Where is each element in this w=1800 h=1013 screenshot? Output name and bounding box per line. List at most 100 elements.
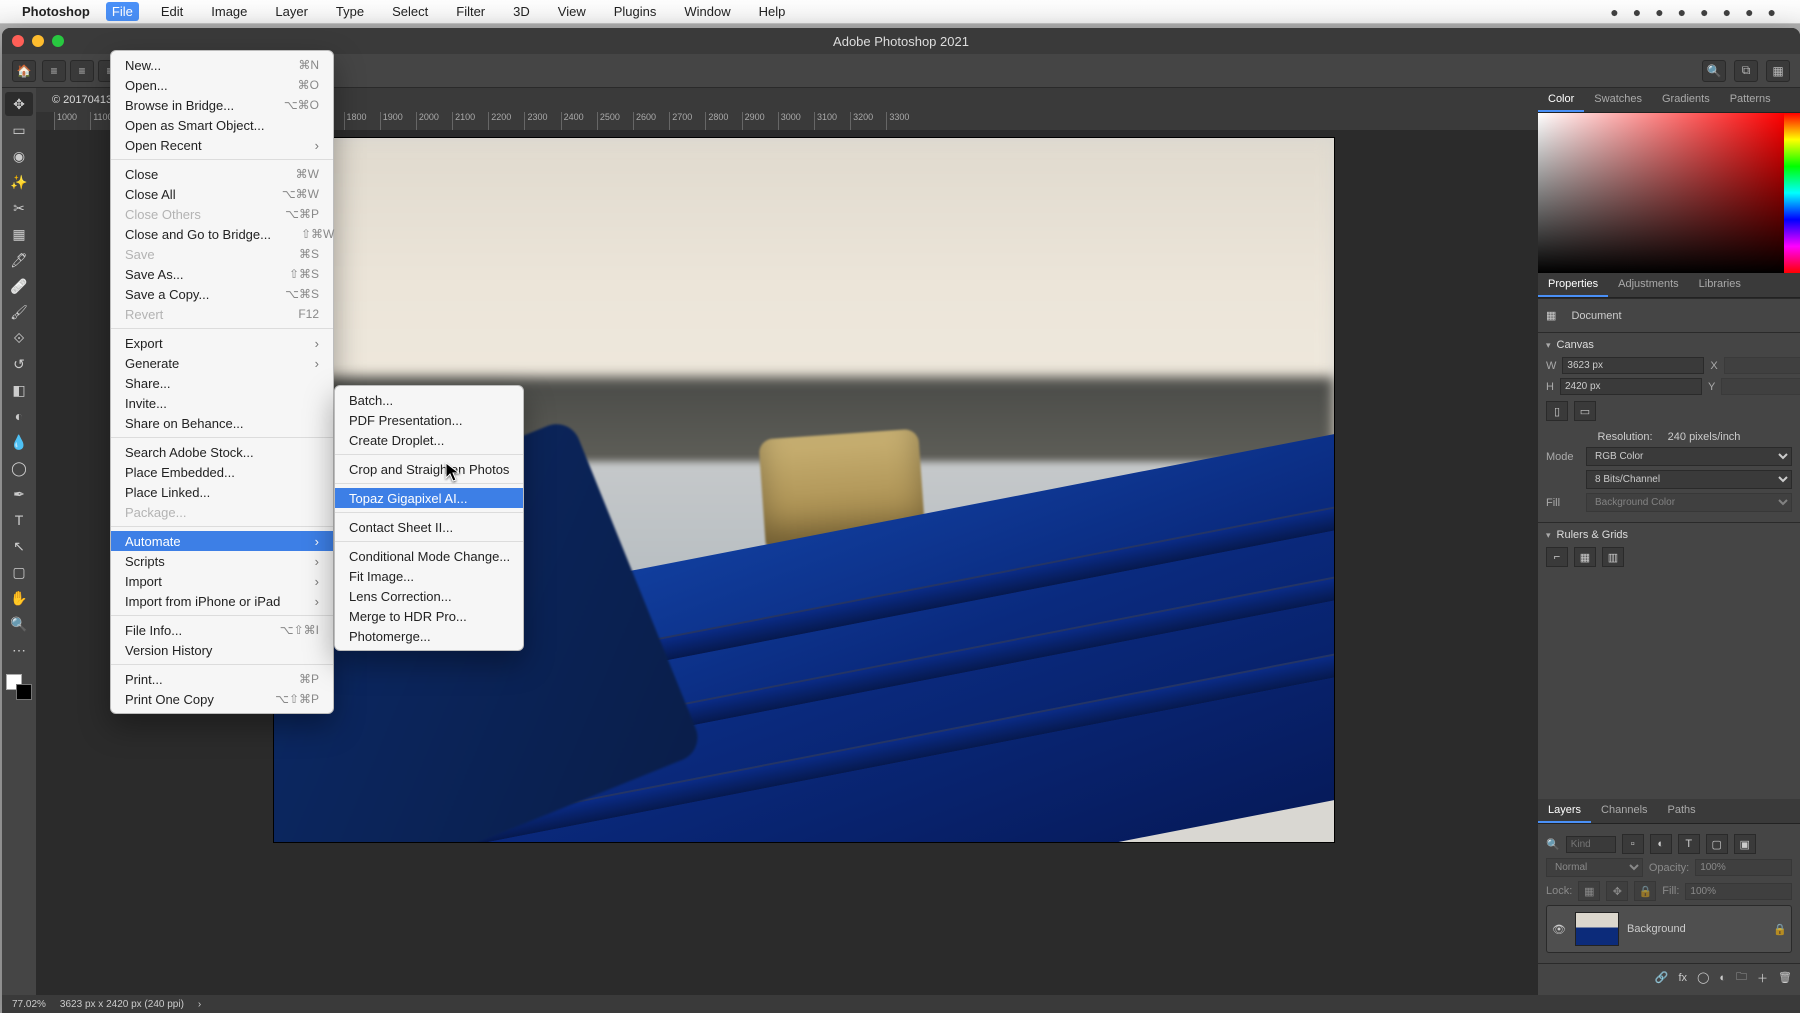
menubar-item-view[interactable]: View	[552, 2, 592, 21]
filter-shape-icon[interactable]: ▢	[1706, 834, 1728, 854]
control-center-icon[interactable]: ●	[1768, 4, 1776, 20]
menu-item-import[interactable]: Import	[111, 571, 333, 591]
display-icon[interactable]: ●	[1633, 4, 1641, 20]
spotlight-icon[interactable]: ●	[1745, 4, 1753, 20]
delete-layer-icon[interactable]: 🗑	[1778, 971, 1792, 984]
eraser-tool-icon[interactable]: ◧	[5, 378, 33, 402]
color-mode-select[interactable]: RGB Color	[1586, 447, 1792, 466]
menu-item-close-all[interactable]: Close All⌥⌘W	[111, 184, 333, 204]
foreground-background-swatch[interactable]	[6, 674, 32, 700]
menu-item-invite[interactable]: Invite...	[111, 393, 333, 413]
tab-libraries[interactable]: Libraries	[1689, 273, 1751, 297]
marquee-tool-icon[interactable]: ▭	[5, 118, 33, 142]
menu-item-pdf-presentation[interactable]: PDF Presentation...	[335, 410, 523, 430]
menu-item-generate[interactable]: Generate	[111, 353, 333, 373]
pen-tool-icon[interactable]: ✒	[5, 482, 33, 506]
menu-item-place-linked[interactable]: Place Linked...	[111, 482, 333, 502]
menu-item-fit-image[interactable]: Fit Image...	[335, 566, 523, 586]
dodge-tool-icon[interactable]: ◯	[5, 456, 33, 480]
minimize-window-icon[interactable]	[32, 35, 44, 47]
menu-item-share-on-behance[interactable]: Share on Behance...	[111, 413, 333, 433]
lock-all-icon[interactable]: 🔒	[1634, 881, 1656, 901]
path-tool-icon[interactable]: ↖	[5, 534, 33, 558]
layer-name[interactable]: Background	[1627, 923, 1686, 935]
menubar-item-3d[interactable]: 3D	[507, 2, 536, 21]
sync-icon[interactable]: ●	[1610, 4, 1618, 20]
align-left-icon[interactable]: ≡	[42, 60, 66, 82]
menu-item-open-as-smart-object[interactable]: Open as Smart Object...	[111, 115, 333, 135]
lock-position-icon[interactable]: ✥	[1606, 881, 1628, 901]
doc-dimensions[interactable]: 3623 px x 2420 px (240 ppi)	[60, 999, 184, 1010]
zoom-readout[interactable]: 77.02%	[12, 999, 46, 1010]
frame-tool-icon[interactable]: ▦	[5, 222, 33, 246]
bit-depth-select[interactable]: 8 Bits/Channel	[1586, 470, 1792, 489]
menu-item-open-recent[interactable]: Open Recent	[111, 135, 333, 155]
wifi-icon[interactable]: ●	[1700, 4, 1708, 20]
tv-icon[interactable]: ●	[1678, 4, 1686, 20]
align-center-icon[interactable]: ≡	[70, 60, 94, 82]
menu-item-save-a-copy[interactable]: Save a Copy...⌥⌘S	[111, 284, 333, 304]
heal-tool-icon[interactable]: 🩹	[5, 274, 33, 298]
menu-item-photomerge[interactable]: Photomerge...	[335, 626, 523, 646]
lock-pixels-icon[interactable]: ▦	[1578, 881, 1600, 901]
rulers-grids-label[interactable]: Rulers & Grids	[1546, 529, 1792, 541]
menu-item-topaz-gigapixel-ai[interactable]: Topaz Gigapixel AI...	[335, 488, 523, 508]
tab-layers[interactable]: Layers	[1538, 799, 1591, 823]
guides-icon[interactable]: ▥	[1602, 547, 1624, 567]
opacity-input[interactable]	[1695, 859, 1792, 876]
menu-item-batch[interactable]: Batch...	[335, 390, 523, 410]
menubar-item-filter[interactable]: Filter	[450, 2, 491, 21]
width-input[interactable]	[1562, 357, 1704, 374]
tab-swatches[interactable]: Swatches	[1584, 88, 1652, 112]
tab-color[interactable]: Color	[1538, 88, 1584, 112]
home-icon[interactable]: 🏠	[12, 60, 36, 82]
layer-thumbnail[interactable]	[1575, 912, 1619, 946]
layer-mask-icon[interactable]: ◯	[1697, 971, 1709, 984]
status-chevron-icon[interactable]: ›	[198, 999, 201, 1010]
screen-mode-icon[interactable]: ⧉	[1734, 60, 1758, 82]
filter-adjust-icon[interactable]: ◐	[1650, 834, 1672, 854]
lasso-tool-icon[interactable]: ◉	[5, 144, 33, 168]
blend-mode-select[interactable]: Normal	[1546, 858, 1643, 877]
hand-tool-icon[interactable]: ✋	[5, 586, 33, 610]
menu-item-place-embedded[interactable]: Place Embedded...	[111, 462, 333, 482]
menu-item-search-adobe-stock[interactable]: Search Adobe Stock...	[111, 442, 333, 462]
zoom-window-icon[interactable]	[52, 35, 64, 47]
wand-tool-icon[interactable]: ✨	[5, 170, 33, 194]
menu-item-contact-sheet-ii[interactable]: Contact Sheet II...	[335, 517, 523, 537]
grid-icon[interactable]: ▦	[1574, 547, 1596, 567]
menubar-item-window[interactable]: Window	[678, 2, 736, 21]
file-menu-dropdown[interactable]: New...⌘NOpen...⌘OBrowse in Bridge...⌥⌘OO…	[110, 50, 334, 714]
new-adjustment-icon[interactable]: ◐	[1719, 972, 1726, 984]
menu-item-scripts[interactable]: Scripts	[111, 551, 333, 571]
shape-tool-icon[interactable]: ▢	[5, 560, 33, 584]
menubar-item-plugins[interactable]: Plugins	[608, 2, 663, 21]
fill-select[interactable]: Background Color	[1586, 493, 1792, 512]
menu-item-crop-and-straighten-photos[interactable]: Crop and Straighten Photos	[335, 459, 523, 479]
y-input[interactable]	[1721, 378, 1800, 395]
layer-filter-input[interactable]	[1566, 836, 1616, 853]
visibility-icon[interactable]: 👁	[1551, 923, 1567, 936]
tab-paths[interactable]: Paths	[1658, 799, 1706, 823]
new-layer-icon[interactable]: ＋	[1757, 970, 1768, 986]
close-window-icon[interactable]	[12, 35, 24, 47]
orientation-portrait-icon[interactable]: ▯	[1546, 401, 1568, 421]
edit-toolbar-icon[interactable]: ⋯	[5, 638, 33, 662]
filter-pixel-icon[interactable]: ▫	[1622, 834, 1644, 854]
tab-properties[interactable]: Properties	[1538, 273, 1608, 297]
menu-item-lens-correction[interactable]: Lens Correction...	[335, 586, 523, 606]
menu-item-version-history[interactable]: Version History	[111, 640, 333, 660]
color-picker[interactable]	[1538, 113, 1800, 273]
x-input[interactable]	[1724, 357, 1800, 374]
filter-smart-icon[interactable]: ▣	[1734, 834, 1756, 854]
orientation-landscape-icon[interactable]: ▭	[1574, 401, 1596, 421]
bluetooth-icon[interactable]: ●	[1723, 4, 1731, 20]
menu-item-create-droplet[interactable]: Create Droplet...	[335, 430, 523, 450]
menu-item-import-from-iphone-or-ipad[interactable]: Import from iPhone or iPad	[111, 591, 333, 611]
menu-item-file-info[interactable]: File Info...⌥⇧⌘I	[111, 620, 333, 640]
zoom-tool-icon[interactable]: 🔍	[5, 612, 33, 636]
tab-gradients[interactable]: Gradients	[1652, 88, 1720, 112]
ruler-icon[interactable]: ⌐	[1546, 547, 1568, 567]
menu-item-close-and-go-to-bridge[interactable]: Close and Go to Bridge...⇧⌘W	[111, 224, 333, 244]
menu-item-merge-to-hdr-pro[interactable]: Merge to HDR Pro...	[335, 606, 523, 626]
